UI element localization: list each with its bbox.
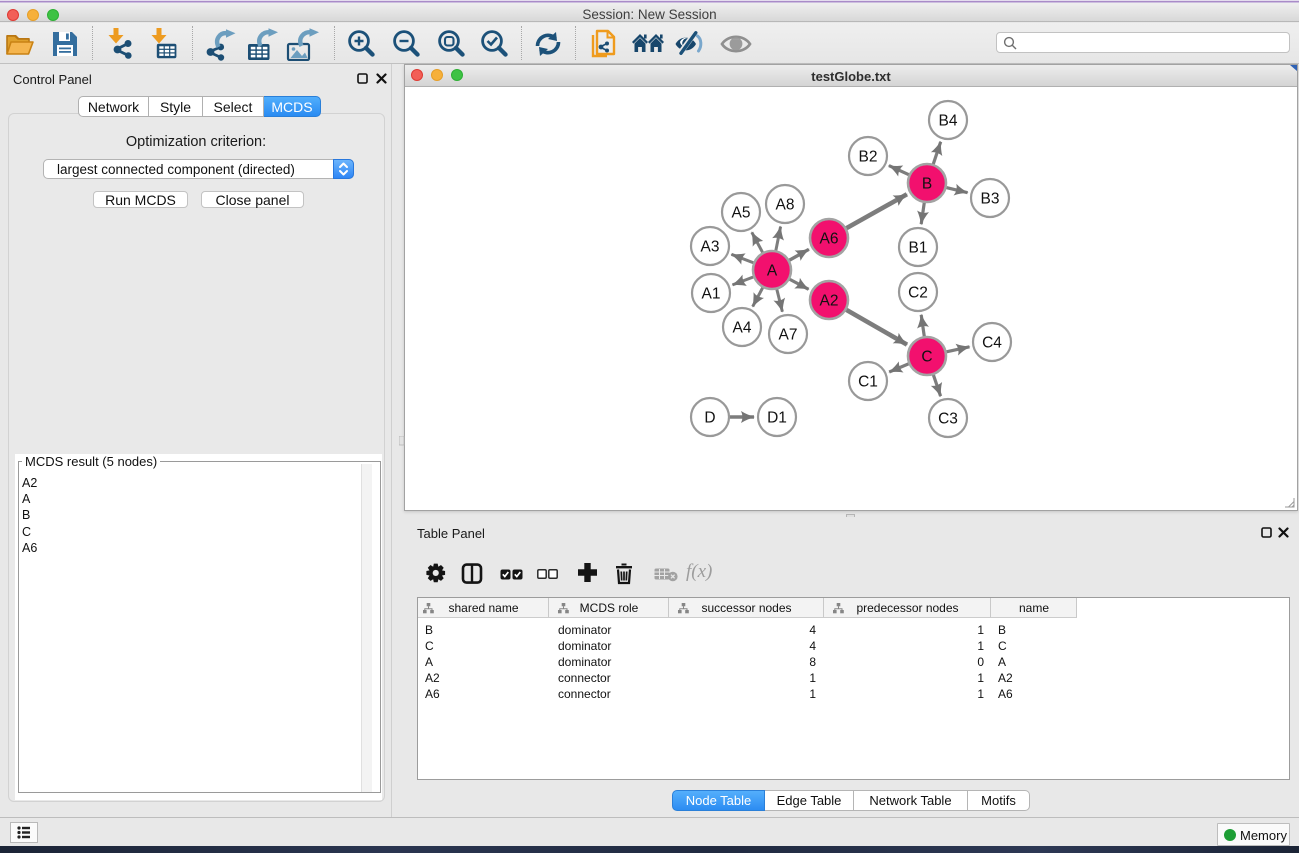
svg-text:B3: B3 xyxy=(981,191,1000,208)
svg-text:B: B xyxy=(922,176,932,193)
svg-text:C2: C2 xyxy=(908,285,928,302)
svg-text:A2: A2 xyxy=(820,293,839,310)
svg-text:A8: A8 xyxy=(776,197,795,214)
svg-text:A4: A4 xyxy=(733,320,752,337)
svg-text:A6: A6 xyxy=(820,231,839,248)
svg-text:C4: C4 xyxy=(982,335,1002,352)
svg-text:A5: A5 xyxy=(732,205,751,222)
svg-text:C1: C1 xyxy=(858,374,878,391)
svg-text:D1: D1 xyxy=(767,410,787,427)
svg-text:B4: B4 xyxy=(939,113,958,130)
svg-text:B1: B1 xyxy=(909,240,928,257)
svg-text:C3: C3 xyxy=(938,411,958,428)
svg-text:A3: A3 xyxy=(701,239,720,256)
svg-text:A7: A7 xyxy=(779,327,798,344)
svg-text:C: C xyxy=(921,349,932,366)
svg-text:A1: A1 xyxy=(702,286,721,303)
svg-text:D: D xyxy=(704,410,715,427)
svg-text:A: A xyxy=(767,263,778,280)
svg-text:B2: B2 xyxy=(859,149,878,166)
